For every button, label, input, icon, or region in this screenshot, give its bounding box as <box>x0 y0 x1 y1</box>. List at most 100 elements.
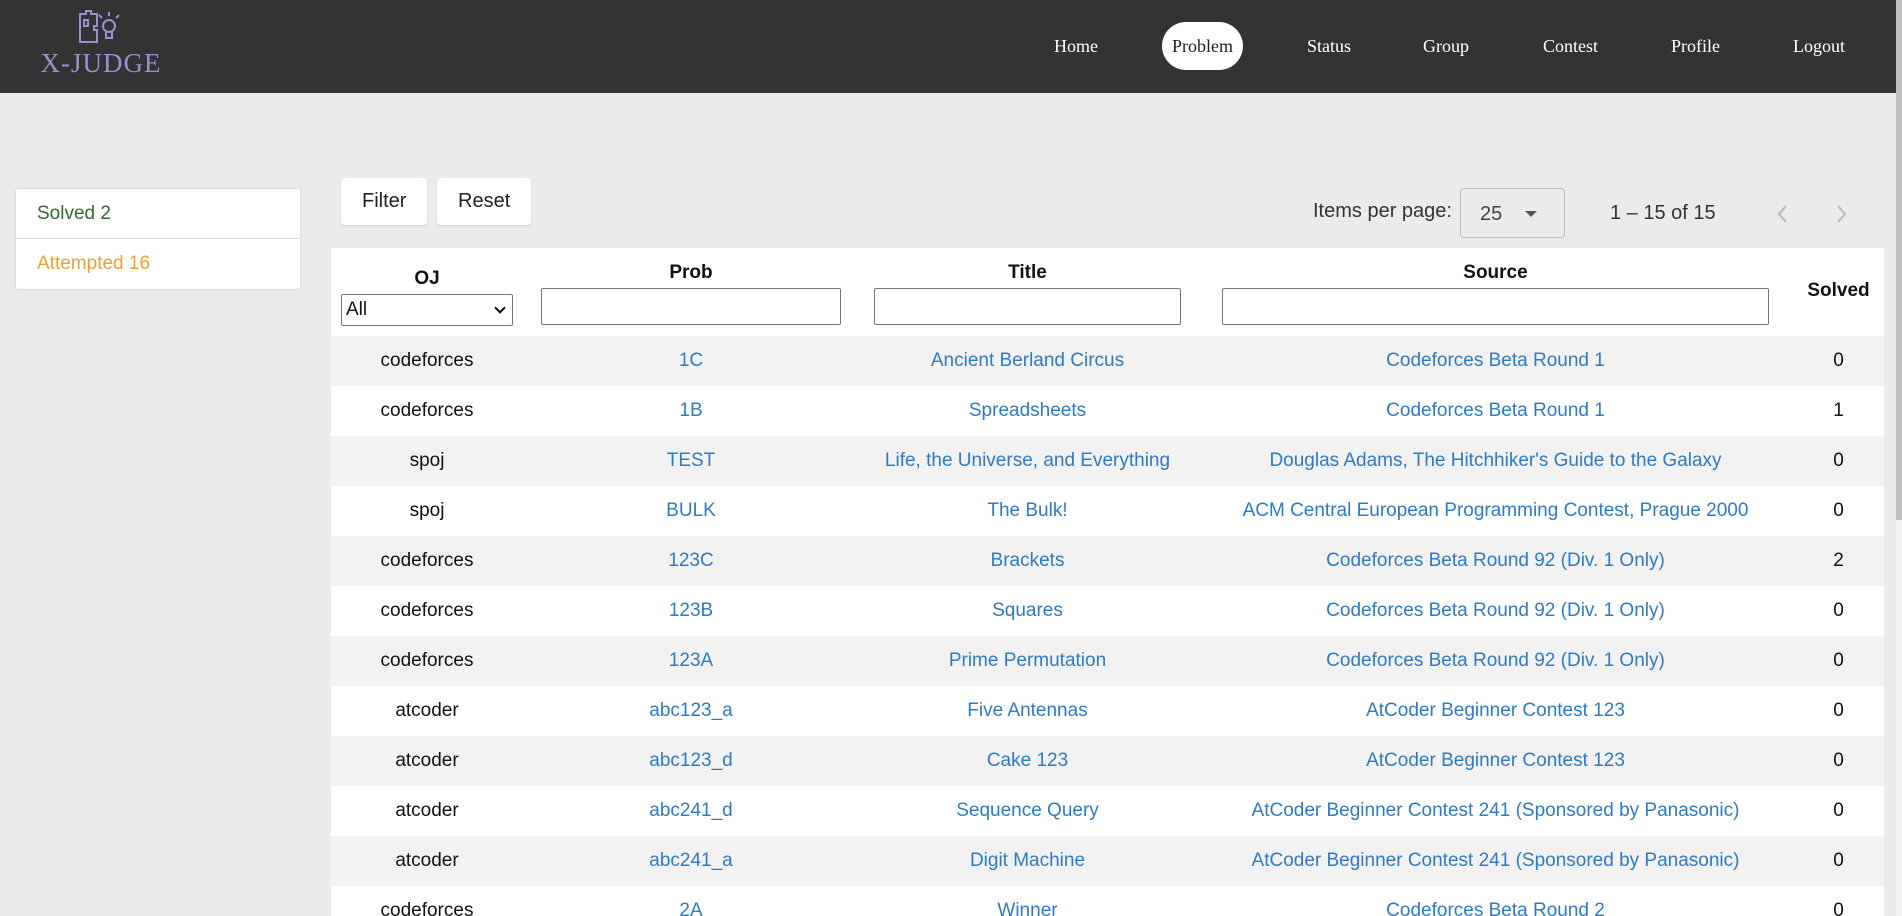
cell-source-link[interactable]: Codeforces Beta Round 92 (Div. 1 Only) <box>1222 636 1769 686</box>
header-source: Source <box>1463 262 1528 283</box>
cell-solved: 0 <box>1833 600 1844 621</box>
cell-oj: atcoder <box>395 700 459 721</box>
nav-profile[interactable]: Profile <box>1671 22 1720 70</box>
header-solved: Solved <box>1807 280 1870 301</box>
table-row: spoj TEST Life, the Universe, and Everythi… <box>331 436 1884 486</box>
chevron-down-icon <box>494 302 506 314</box>
oj-filter-value: All <box>346 299 368 320</box>
cell-source-link[interactable]: Douglas Adams, The Hitchhiker's Guide to… <box>1222 436 1769 486</box>
cell-prob-link[interactable]: TEST <box>541 436 841 486</box>
cell-prob-link[interactable]: abc123_d <box>541 736 841 786</box>
site-logo[interactable]: X-JUDGE <box>36 8 166 86</box>
cell-oj: spoj <box>409 450 445 471</box>
cell-prob-link[interactable]: abc241_a <box>541 836 841 886</box>
cell-oj: atcoder <box>395 750 459 771</box>
table-row: codeforces 1C Ancient Berland Circus Codefo… <box>331 336 1884 386</box>
cell-oj: codeforces <box>380 550 474 571</box>
table-row: codeforces 123B Squares Codeforces Beta Rou… <box>331 586 1884 636</box>
table-row: atcoder abc123_d Cake 123 AtCoder Beginner … <box>331 736 1884 786</box>
cell-prob-link[interactable]: abc123_a <box>541 686 841 736</box>
cell-source-link[interactable]: Codeforces Beta Round 92 (Div. 1 Only) <box>1222 586 1769 636</box>
cell-title-link[interactable]: Life, the Universe, and Everything <box>874 436 1181 486</box>
cell-source-link[interactable]: Codeforces Beta Round 92 (Div. 1 Only) <box>1222 536 1769 586</box>
cell-source-link[interactable]: Codeforces Beta Round 1 <box>1222 386 1769 436</box>
cell-source-link[interactable]: AtCoder Beginner Contest 123 <box>1222 686 1769 736</box>
solved-count[interactable]: Solved 2 <box>16 189 300 239</box>
chevron-right-icon[interactable] <box>1835 203 1849 231</box>
filter-button[interactable]: Filter <box>341 178 428 225</box>
table-header: OJ All Prob Title Source Solved <box>331 248 1884 336</box>
items-per-page-select[interactable]: 25 <box>1460 188 1565 238</box>
cell-solved: 0 <box>1833 850 1844 871</box>
cell-prob-link[interactable]: 1C <box>541 336 841 386</box>
oj-filter-select[interactable]: All <box>341 294 513 326</box>
cell-title-link[interactable]: Spreadsheets <box>874 386 1181 436</box>
table-row: atcoder abc123_a Five Antennas AtCoder Begi… <box>331 686 1884 736</box>
cell-title-link[interactable]: Winner <box>874 886 1181 916</box>
attempted-count[interactable]: Attempted 16 <box>16 239 300 289</box>
header-prob: Prob <box>669 262 713 283</box>
cell-title-link[interactable]: Sequence Query <box>874 786 1181 836</box>
cell-solved: 0 <box>1833 350 1844 371</box>
nav-home[interactable]: Home <box>1054 22 1098 70</box>
cell-prob-link[interactable]: 2A <box>541 886 841 916</box>
cell-title-link[interactable]: Ancient Berland Circus <box>874 336 1181 386</box>
top-navbar: X-JUDGE Home Problem Status Group Contes… <box>0 0 1902 93</box>
cell-title-link[interactable]: Brackets <box>874 536 1181 586</box>
cell-source-link[interactable]: AtCoder Beginner Contest 241 (Sponsored … <box>1222 836 1769 886</box>
cell-oj: codeforces <box>380 350 474 371</box>
nav-logout[interactable]: Logout <box>1793 22 1845 70</box>
user-stats-panel: Solved 2 Attempted 16 <box>15 188 301 290</box>
cell-prob-link[interactable]: abc241_d <box>541 786 841 836</box>
table-row: codeforces 123C Brackets Codeforces Beta Ro… <box>331 536 1884 586</box>
table-row: codeforces 123A Prime Permutation Codeforce… <box>331 636 1884 686</box>
chevron-left-icon[interactable] <box>1775 203 1789 231</box>
cell-solved: 0 <box>1833 750 1844 771</box>
cell-title-link[interactable]: Squares <box>874 586 1181 636</box>
table-row: atcoder abc241_d Sequence Query AtCoder Beg… <box>331 786 1884 836</box>
brand-name: X-JUDGE <box>40 48 162 78</box>
title-filter-input[interactable] <box>874 288 1181 325</box>
cell-source-link[interactable]: AtCoder Beginner Contest 241 (Sponsored … <box>1222 786 1769 836</box>
cell-oj: codeforces <box>380 400 474 421</box>
table-row: codeforces 1B Spreadsheets Codeforces Beta … <box>331 386 1884 436</box>
cell-oj: codeforces <box>380 900 474 916</box>
page-range: 1 – 15 of 15 <box>1610 202 1716 224</box>
cell-source-link[interactable]: Codeforces Beta Round 2 <box>1222 886 1769 916</box>
cell-source-link[interactable]: ACM Central European Programming Contest… <box>1222 486 1769 536</box>
cell-title-link[interactable]: Five Antennas <box>874 686 1181 736</box>
nav-group[interactable]: Group <box>1423 22 1469 70</box>
cell-solved: 0 <box>1833 900 1844 916</box>
cell-title-link[interactable]: Prime Permutation <box>874 636 1181 686</box>
cell-prob-link[interactable]: 123C <box>541 536 841 586</box>
cell-solved: 1 <box>1833 400 1844 421</box>
nav-contest[interactable]: Contest <box>1543 22 1598 70</box>
nav-problem[interactable]: Problem <box>1162 22 1243 70</box>
items-per-page-value: 25 <box>1480 203 1503 225</box>
cell-prob-link[interactable]: 123A <box>541 636 841 686</box>
cell-solved: 0 <box>1833 650 1844 671</box>
scrollbar-thumb[interactable] <box>1896 0 1902 520</box>
table-row: atcoder abc241_a Digit Machine AtCoder Begi… <box>331 836 1884 886</box>
cell-prob-link[interactable]: BULK <box>541 486 841 536</box>
problem-table: OJ All Prob Title Source Solved codeforc… <box>331 248 1884 916</box>
table-row: codeforces 2A Winner Codeforces Beta Round … <box>331 886 1884 916</box>
cell-source-link[interactable]: AtCoder Beginner Contest 123 <box>1222 736 1769 786</box>
cell-solved: 0 <box>1833 500 1844 521</box>
cell-oj: atcoder <box>395 850 459 871</box>
header-title: Title <box>1008 262 1047 283</box>
header-oj: OJ <box>414 268 440 289</box>
cell-prob-link[interactable]: 123B <box>541 586 841 636</box>
cell-title-link[interactable]: Cake 123 <box>874 736 1181 786</box>
cell-title-link[interactable]: Digit Machine <box>874 836 1181 886</box>
source-filter-input[interactable] <box>1222 288 1769 325</box>
cell-source-link[interactable]: Codeforces Beta Round 1 <box>1222 336 1769 386</box>
page-scrollbar[interactable] <box>1896 0 1902 916</box>
cell-prob-link[interactable]: 1B <box>541 386 841 436</box>
cell-title-link[interactable]: The Bulk! <box>874 486 1181 536</box>
items-per-page-label: Items per page: <box>1313 200 1452 222</box>
reset-button[interactable]: Reset <box>437 178 532 225</box>
prob-filter-input[interactable] <box>541 288 841 325</box>
nav-status[interactable]: Status <box>1307 22 1351 70</box>
cell-solved: 0 <box>1833 450 1844 471</box>
